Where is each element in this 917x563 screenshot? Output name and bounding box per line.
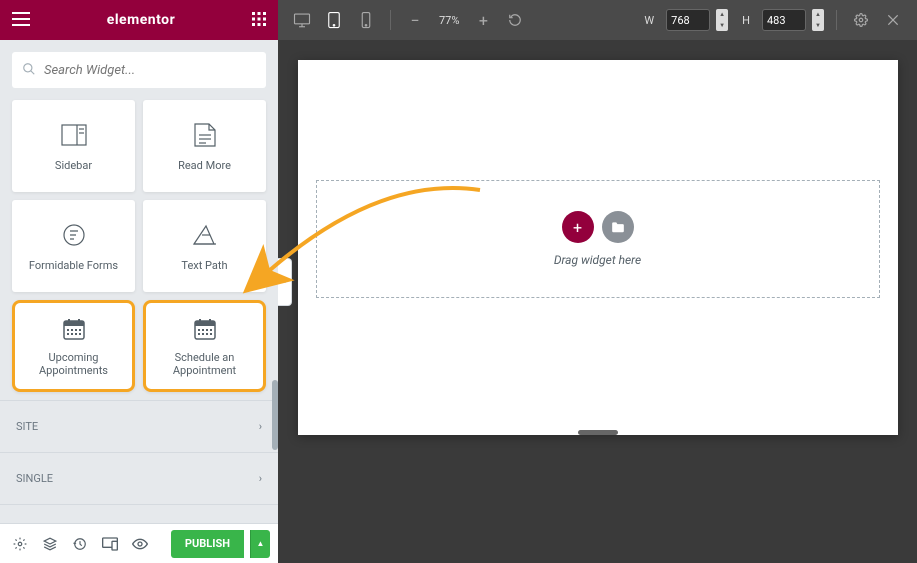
settings-icon[interactable]: [8, 532, 32, 556]
width-input[interactable]: [666, 9, 710, 31]
category-label: SINGLE: [16, 472, 53, 485]
search-box[interactable]: [12, 52, 266, 88]
calendar-icon: [62, 315, 86, 343]
zoom-out-button[interactable]: −: [403, 8, 427, 32]
history-icon[interactable]: [68, 532, 92, 556]
sidebar-widget-icon: [61, 119, 87, 151]
widget-label: Text Path: [181, 259, 227, 272]
width-label: W: [644, 14, 654, 27]
display-settings-icon[interactable]: [849, 8, 873, 32]
height-stepper[interactable]: ▲▼: [812, 9, 824, 31]
widget-schedule-appointment[interactable]: Schedule an Appointment: [143, 300, 266, 392]
widget-read-more[interactable]: Read More: [143, 100, 266, 192]
category-label: SITE: [16, 420, 38, 433]
search-icon: [22, 61, 36, 80]
preview-canvas[interactable]: + Drag widget here: [298, 60, 898, 435]
calendar-icon: [193, 315, 217, 343]
category-site[interactable]: SITE ›: [0, 400, 278, 452]
widget-formidable-forms[interactable]: Formidable Forms: [12, 200, 135, 292]
template-library-button[interactable]: [602, 211, 634, 243]
responsive-toolbar: − 77% + W ▲▼ H ▲▼: [278, 0, 917, 40]
apps-grid-icon[interactable]: [252, 11, 266, 30]
drop-zone[interactable]: + Drag widget here: [316, 180, 880, 298]
widget-label: Formidable Forms: [29, 259, 118, 272]
canvas-resize-handle[interactable]: [578, 430, 618, 435]
elementor-logo: elementor: [30, 12, 252, 28]
search-input[interactable]: [44, 63, 256, 78]
responsive-icon[interactable]: [98, 532, 122, 556]
mobile-icon[interactable]: [354, 8, 378, 32]
desktop-icon[interactable]: [290, 8, 314, 32]
panel-header: elementor: [0, 0, 278, 40]
collapse-panel-button[interactable]: ‹: [278, 258, 292, 306]
chevron-left-icon: ‹: [283, 276, 286, 287]
tablet-icon[interactable]: [322, 8, 346, 32]
zoom-in-button[interactable]: +: [471, 8, 495, 32]
widget-label: Upcoming Appointments: [21, 351, 126, 377]
height-input[interactable]: [762, 9, 806, 31]
chevron-right-icon: ›: [259, 472, 262, 485]
plus-icon: +: [573, 218, 582, 237]
chevron-right-icon: ›: [259, 420, 262, 433]
textpath-icon: [192, 219, 218, 251]
width-stepper[interactable]: ▲▼: [716, 9, 728, 31]
close-responsive-icon[interactable]: [881, 8, 905, 32]
publish-button[interactable]: PUBLISH: [171, 530, 244, 558]
widget-text-path[interactable]: Text Path: [143, 200, 266, 292]
widget-label: Read More: [178, 159, 231, 172]
caret-up-icon: ▲: [257, 539, 265, 548]
form-icon: [62, 219, 86, 251]
navigator-icon[interactable]: [38, 532, 62, 556]
canvas-area: − 77% + W ▲▼ H ▲▼ +: [278, 0, 917, 563]
add-section-button[interactable]: +: [562, 211, 594, 243]
reset-zoom-icon[interactable]: [503, 8, 527, 32]
category-single[interactable]: SINGLE ›: [0, 452, 278, 504]
drop-actions: +: [562, 211, 634, 243]
zoom-level: 77%: [439, 14, 459, 27]
widgets-grid: Sidebar Read More Formidable Forms Text …: [0, 100, 278, 392]
publish-options-button[interactable]: ▲: [250, 530, 270, 558]
elements-panel: elementor Sidebar Read More: [0, 0, 278, 563]
menu-icon[interactable]: [12, 11, 30, 30]
widget-label: Sidebar: [55, 159, 92, 172]
height-label: H: [742, 14, 750, 27]
panel-footer: PUBLISH ▲: [0, 523, 278, 563]
folder-icon: [611, 218, 625, 237]
drop-label: Drag widget here: [554, 253, 641, 267]
widget-upcoming-appointments[interactable]: Upcoming Appointments: [12, 300, 135, 392]
search-container: [0, 40, 278, 100]
widget-label: Schedule an Appointment: [152, 351, 257, 377]
preview-icon[interactable]: [128, 532, 152, 556]
widget-sidebar[interactable]: Sidebar: [12, 100, 135, 192]
readmore-icon: [194, 119, 216, 151]
